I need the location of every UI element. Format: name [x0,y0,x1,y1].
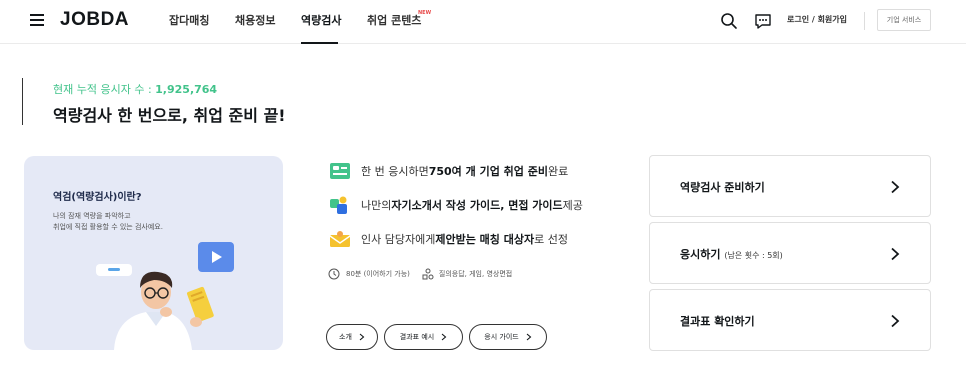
action-label-main: 응시하기 [680,248,721,261]
feature-text-bold: 750여 개 기업 취업 준비 [428,165,548,178]
nav-contents[interactable]: 취업 콘텐츠 [367,12,421,28]
test-types-icon [422,268,434,280]
search-icon[interactable] [720,12,738,30]
action-label: 응시하기 (남은 횟수 : 5회) [680,246,783,262]
chevron-right-icon [891,314,900,328]
feature-item: 한 번 응시하면 750여 개 기업 취업 준비 완료 [329,162,568,180]
action-label: 결과표 확인하기 [680,315,755,328]
chevron-right-icon [891,180,900,194]
nav-active-indicator [301,42,338,44]
clock-icon [328,268,340,280]
intro-pill-button[interactable]: 소개 [326,324,378,350]
feature-text-bold: 자기소개서 작성 가이드, 면접 가이드 [391,199,563,212]
envelope-icon [329,231,351,247]
test-meta: 80분 (이어하기 가능) 질의응답, 게임, 영상면접 [328,268,512,280]
action-label: 역량검사 준비하기 [680,181,765,194]
remaining-count: (남은 횟수 : 5회) [724,251,783,260]
puzzle-icon [330,196,347,214]
intro-card[interactable]: 역검(역량검사)이란? 나의 잠재 역량을 파악하고 취업에 직접 활용할 수 … [24,156,283,350]
feature-text-pre: 인사 담당자에게 [361,233,436,246]
hero-accent-bar [22,78,23,125]
new-badge: NEW [418,10,432,16]
result-sample-pill-button[interactable]: 결과표 예시 [384,324,463,350]
pill-label: 응시 가이드 [484,333,519,341]
pill-label: 결과표 예시 [399,333,435,341]
menu-icon[interactable] [30,14,44,26]
feature-item: 인사 담당자에게 제안받는 매칭 대상자 로 선정 [329,230,568,248]
id-card-icon [330,163,350,179]
nav-jobs[interactable]: 채용정보 [235,12,275,28]
test-guide-pill-button[interactable]: 응시 가이드 [469,324,547,350]
feature-item: 나만의 자기소개서 작성 가이드, 면접 가이드 제공 [329,196,583,214]
page-title: 역량검사 한 번으로, 취업 준비 끝! [53,106,286,125]
chevron-right-icon [526,333,532,341]
feature-text-pre: 나만의 [361,199,392,212]
take-test-button[interactable]: 응시하기 (남은 횟수 : 5회) [649,222,931,284]
feature-text-post: 로 선정 [534,233,568,246]
top-header: JOBDA 잡다매칭 채용정보 역량검사 취업 콘텐츠 NEW 로그인 / 회원… [0,0,966,44]
card-title: 역검(역량검사)이란? [53,192,142,203]
header-divider [864,12,865,30]
feature-text-pre: 한 번 응시하면 [361,165,429,178]
person-illustration [114,271,214,350]
test-types-text: 질의응답, 게임, 영상면접 [438,270,513,278]
nav-matching[interactable]: 잡다매칭 [169,12,209,28]
counter-label: 현재 누적 응시자 수 : [53,83,156,96]
feature-text-post: 제공 [562,199,583,212]
chevron-right-icon [441,333,447,341]
feature-text-post: 완료 [547,165,569,178]
card-description: 나의 잠재 역량을 파악하고 취업에 직접 활용할 수 있는 검사예요. [53,211,163,233]
chat-icon[interactable] [754,12,772,30]
duration-text: 80분 (이어하기 가능) [346,270,410,278]
logo[interactable]: JOBDA [60,9,129,31]
chevron-right-icon [891,247,900,261]
feature-text-bold: 제안받는 매칭 대상자 [435,233,535,246]
card-desc-line: 나의 잠재 역량을 파악하고 [53,212,131,220]
prepare-test-button[interactable]: 역량검사 준비하기 [649,155,931,217]
card-desc-line: 취업에 직접 활용할 수 있는 검사예요. [53,223,163,231]
applicant-counter: 현재 누적 응시자 수 : 1,925,764 [53,81,217,97]
corp-service-button[interactable]: 기업 서비스 [877,9,931,31]
chevron-right-icon [359,333,365,341]
pill-label: 소개 [339,333,352,341]
view-results-button[interactable]: 결과표 확인하기 [649,289,931,351]
login-link[interactable]: 로그인 / 회원가입 [787,14,847,25]
counter-value: 1,925,764 [155,83,218,96]
nav-assessment[interactable]: 역량검사 [301,12,341,28]
